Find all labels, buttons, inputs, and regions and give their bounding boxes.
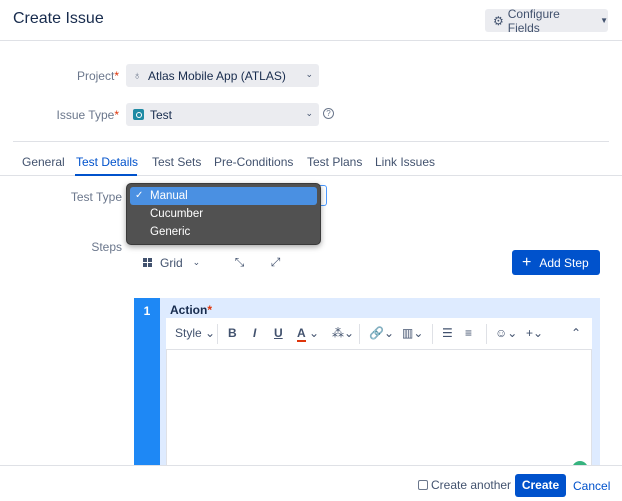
chevron-down-icon: ⌄ [305,108,313,118]
tab-test-sets[interactable]: Test Sets [152,155,201,169]
issue-type-select[interactable]: Test ⌄ [126,103,319,126]
underline-button[interactable]: U [274,326,283,340]
checkbox-icon[interactable] [418,480,428,490]
add-step-button[interactable]: + Add Step [512,250,600,275]
tab-test-plans[interactable]: Test Plans [307,155,362,169]
style-dropdown[interactable]: Style ⌄ [175,326,215,340]
bullet-list-icon[interactable]: ☰ [442,326,453,340]
help-icon[interactable]: ? [323,108,334,119]
section-divider [13,141,609,142]
tab-pre-conditions[interactable]: Pre-Conditions [214,155,293,169]
collapse-icon[interactable]: ⤡ [226,251,253,274]
grid-icon [143,258,152,267]
chevron-down-icon: ⌄ [192,257,201,267]
tab-link-issues[interactable]: Link Issues [375,155,435,169]
tab-general[interactable]: General [22,155,65,169]
checkmark-icon: ✓ [135,190,144,201]
tab-bar: General Test Details Test Sets Pre-Condi… [0,152,622,176]
create-another-label: Create another [431,478,512,492]
bold-button[interactable]: B [228,326,237,340]
tab-test-details[interactable]: Test Details [76,155,138,169]
emoji-icon[interactable]: ☺⌄ [495,326,517,340]
test-issue-type-icon [133,109,144,120]
test-type-option-cucumber[interactable]: Cucumber [130,205,317,223]
step-number: 1 [134,298,160,468]
more-formatting-icon[interactable]: ⁂⌄ [332,326,354,340]
active-tab-indicator [75,174,137,176]
expand-icon[interactable]: ⤢ [262,251,289,274]
view-mode-dropdown[interactable]: Grid ⌄ [134,251,215,274]
dialog-title: Create Issue [13,10,104,27]
numbered-list-icon[interactable]: ≡ [465,326,472,340]
action-label: Action* [170,303,213,317]
test-type-dropdown-menu: ✓ Manual Cucumber Generic [126,183,321,245]
create-button[interactable]: Create [515,474,566,497]
project-select[interactable]: ♁ Atlas Mobile App (ATLAS) ⌄ [126,64,319,87]
toolbar-divider [486,324,487,344]
configure-fields-label: Configure Fields [507,6,560,35]
plus-icon: + [522,253,532,271]
toolbar-divider [432,324,433,344]
italic-button[interactable]: I [253,326,256,340]
text-color-button[interactable]: A ⌄ [297,326,319,342]
steps-label: Steps [91,240,122,254]
issue-type-label: Issue Type* [56,108,120,122]
editor-toolbar: Style ⌄ B I U A ⌄ ⁂⌄ 🔗⌄ ▥⌄ ☰ ≡ ☺⌄ +⌄ ⌃ [166,318,592,350]
project-value: Atlas Mobile App (ATLAS) [148,68,286,83]
add-step-label: Add Step [539,255,589,270]
caret-down-icon: ▼ [600,16,609,25]
project-avatar-icon: ♁ [133,69,142,82]
chevron-down-icon: ⌄ [305,69,313,79]
test-type-option-manual[interactable]: ✓ Manual [130,187,317,205]
attachment-icon[interactable]: ▥⌄ [402,326,423,340]
create-another-checkbox[interactable]: Create another [418,478,511,492]
toolbar-divider [217,324,218,344]
dialog-header: Create Issue ⚙ Configure Fields ▼ [0,0,622,41]
configure-fields-button[interactable]: ⚙ Configure Fields ▼ [485,6,609,35]
issue-type-value: Test [150,107,173,122]
link-icon[interactable]: 🔗⌄ [369,326,394,340]
cancel-link[interactable]: Cancel [573,479,610,493]
insert-plus-icon[interactable]: +⌄ [526,326,543,340]
test-type-label: Test Type [70,190,122,204]
gear-icon: ⚙ [493,13,504,28]
view-mode-label: Grid [160,255,183,270]
test-type-option-generic[interactable]: Generic [130,223,317,241]
collapse-toolbar-icon[interactable]: ⌃ [571,326,581,340]
project-label: Project* [76,69,119,83]
toolbar-divider [359,324,360,344]
